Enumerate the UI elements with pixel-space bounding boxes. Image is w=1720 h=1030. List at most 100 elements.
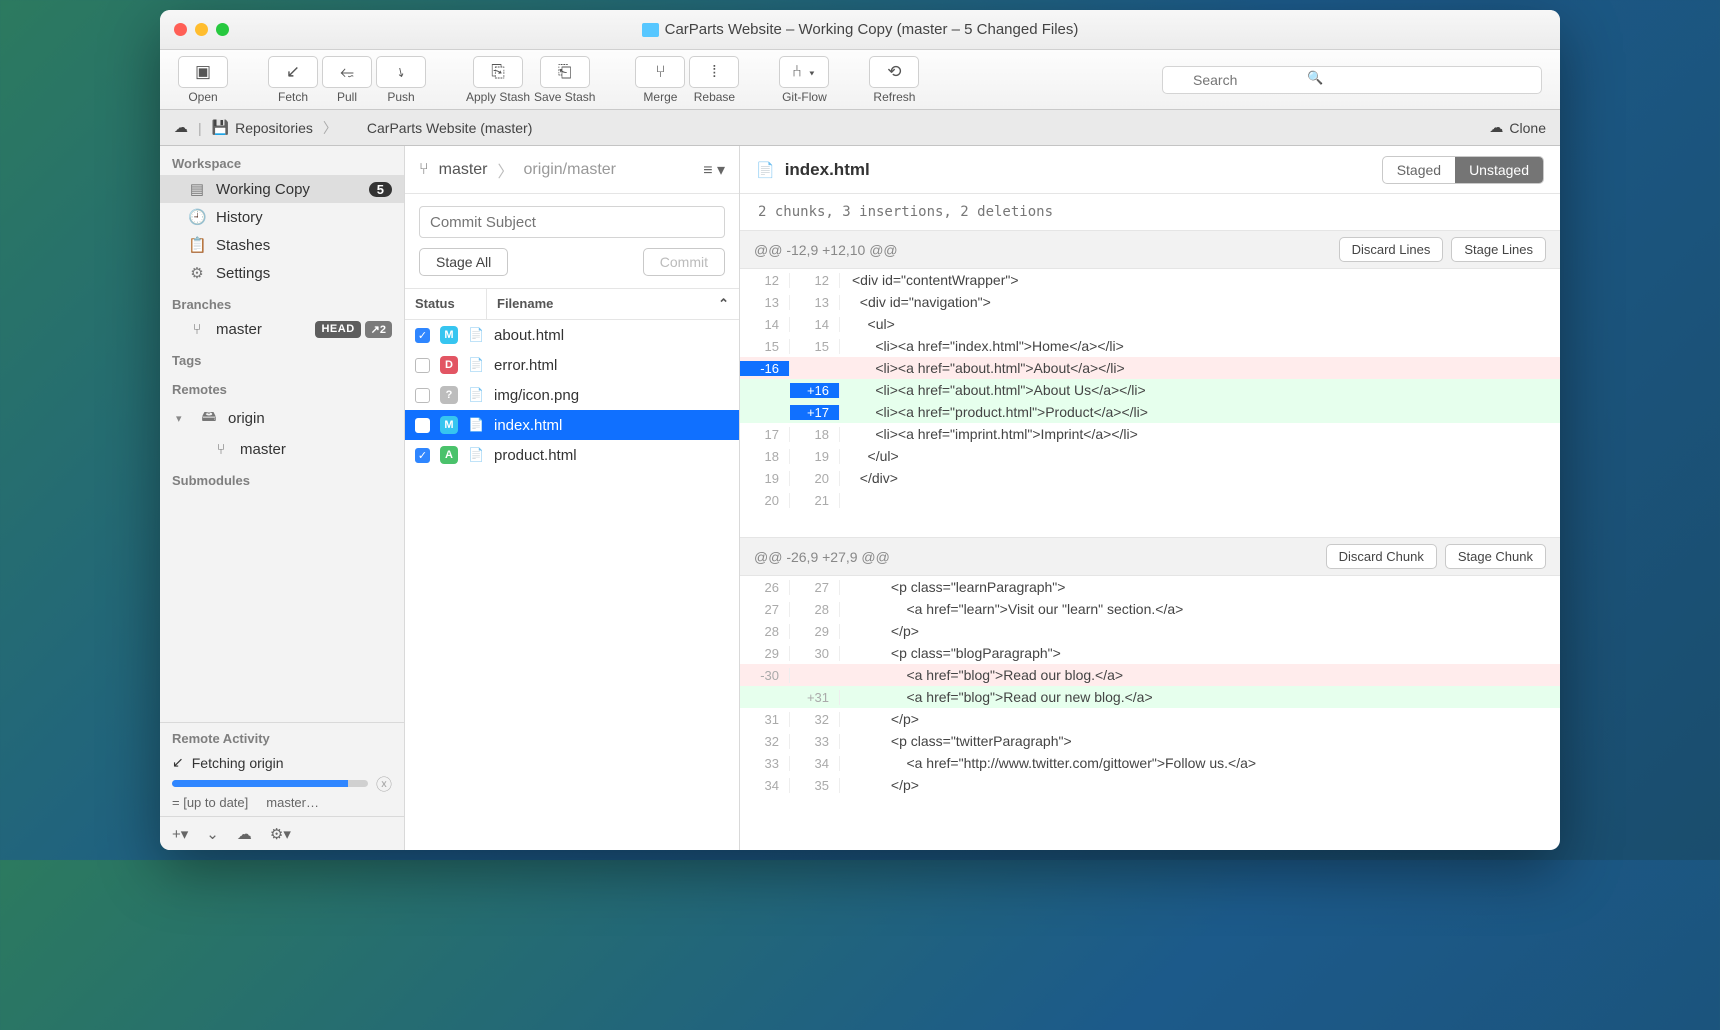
diff-line[interactable]: 1920 </div>	[740, 467, 1560, 489]
breadcrumb-repositories[interactable]: 💾 Repositories	[212, 119, 313, 136]
sidebar-remote-branch-master[interactable]: ⑂ master	[160, 436, 404, 463]
ahead-badge: ↗2	[365, 321, 392, 338]
diff-line[interactable]: -30 <a href="blog">Read our blog.</a>	[740, 664, 1560, 686]
folder-icon	[642, 23, 659, 37]
refresh-button[interactable]: ⟲Refresh	[869, 56, 919, 104]
diff-line[interactable]: 1212<div id="contentWrapper">	[740, 269, 1560, 291]
window-title: CarParts Website – Working Copy (master …	[160, 21, 1560, 38]
commit-button[interactable]: Commit	[643, 248, 725, 276]
add-button[interactable]: +▾	[172, 825, 188, 843]
gear-icon[interactable]: ⚙▾	[270, 825, 291, 843]
sidebar-remote-origin[interactable]: ▾ 🖴 origin	[160, 401, 404, 436]
gitflow-button[interactable]: ⑃ ▾Git-Flow	[779, 56, 829, 104]
discard-lines-button[interactable]: Discard Lines	[1339, 237, 1444, 262]
diff-line[interactable]: 3435 </p>	[740, 774, 1560, 796]
diff-line[interactable]: 3334 <a href="http://www.twitter.com/git…	[740, 752, 1560, 774]
diff-line[interactable]: 1414 <ul>	[740, 313, 1560, 335]
open-button[interactable]: ▣Open	[178, 56, 228, 104]
titlebar: CarParts Website – Working Copy (master …	[160, 10, 1560, 50]
file-row[interactable]: M📄index.html	[405, 410, 739, 440]
status-badge: D	[440, 356, 458, 374]
head-badge: HEAD	[315, 321, 360, 338]
list-view-dropdown[interactable]: ≡ ▾	[703, 160, 725, 180]
file-icon: 📄	[468, 387, 484, 403]
file-row[interactable]: ?📄img/icon.png	[405, 380, 739, 410]
file-row[interactable]: ✓A📄product.html	[405, 440, 739, 470]
diff-line[interactable]: +31 <a href="blog">Read our new blog.</a…	[740, 686, 1560, 708]
file-row[interactable]: D📄error.html	[405, 350, 739, 380]
breadcrumb-repo[interactable]: CarParts Website (master)	[347, 120, 532, 136]
stage-checkbox[interactable]: ✓	[415, 448, 430, 463]
diff-line[interactable]: 1819 </ul>	[740, 445, 1560, 467]
staged-unstaged-toggle[interactable]: Staged Unstaged	[1382, 156, 1544, 184]
push-button[interactable]: ⭏Push	[376, 56, 426, 104]
diff-line[interactable]: 1313 <div id="navigation">	[740, 291, 1560, 313]
section-submodules: Submodules	[160, 463, 404, 492]
file-table-header: Status Filename⌃	[405, 289, 739, 320]
apply-stash-button[interactable]: ⎘Apply Stash	[466, 56, 530, 104]
sidebar-branch-master[interactable]: ⑂ master HEAD ↗2	[160, 316, 404, 343]
diff-line[interactable]: +16 <li><a href="about.html">About Us</a…	[740, 379, 1560, 401]
file-name: error.html	[494, 357, 557, 374]
file-row[interactable]: ✓M📄about.html	[405, 320, 739, 350]
discard-chunk-button[interactable]: Discard Chunk	[1326, 544, 1437, 569]
rebase-button[interactable]: ⁞Rebase	[689, 56, 739, 104]
chevron-down-icon[interactable]: ▾	[176, 412, 186, 425]
branch-breadcrumb: ⑂ master 〉 origin/master ≡ ▾	[405, 146, 739, 194]
sidebar-item-history[interactable]: 🕘History	[160, 203, 404, 231]
cloud-icon[interactable]: ☁	[174, 119, 188, 136]
commit-subject-input[interactable]	[419, 206, 725, 238]
diff-line[interactable]: 2829 </p>	[740, 620, 1560, 642]
stage-lines-button[interactable]: Stage Lines	[1451, 237, 1546, 262]
section-branches: Branches	[160, 287, 404, 316]
clone-button[interactable]: ☁ Clone	[1489, 119, 1546, 136]
fetch-button[interactable]: ↙Fetch	[268, 56, 318, 104]
tab-unstaged[interactable]: Unstaged	[1455, 157, 1543, 183]
col-status[interactable]: Status	[405, 289, 487, 319]
sidebar-item-settings[interactable]: ⚙Settings	[160, 259, 404, 287]
diff-line[interactable]: 3233 <p class="twitterParagraph">	[740, 730, 1560, 752]
diff-line[interactable]: 1718 <li><a href="imprint.html">Imprint<…	[740, 423, 1560, 445]
merge-button[interactable]: ⑂Merge	[635, 56, 685, 104]
pull-button[interactable]: ⭋Pull	[322, 56, 372, 104]
cloud-icon[interactable]: ☁	[237, 825, 252, 843]
clipboard-icon: 📋	[188, 236, 206, 254]
col-filename[interactable]: Filename⌃	[487, 289, 739, 319]
gear-icon: ⚙	[188, 264, 206, 282]
status-branch: master…	[266, 795, 319, 810]
sidebar: Workspace ▤ Working Copy 5 🕘History 📋Sta…	[160, 146, 405, 850]
stage-all-button[interactable]: Stage All	[419, 248, 508, 276]
diff-line[interactable]: 2728 <a href="learn">Visit our "learn" s…	[740, 598, 1560, 620]
section-tags: Tags	[160, 343, 404, 372]
diff-line[interactable]: 1515 <li><a href="index.html">Home</a></…	[740, 335, 1560, 357]
save-stash-button[interactable]: ⎗Save Stash	[534, 56, 595, 104]
diff-line[interactable]: 2930 <p class="blogParagraph">	[740, 642, 1560, 664]
stage-checkbox[interactable]: ✓	[415, 328, 430, 343]
status-badge: ?	[440, 386, 458, 404]
sidebar-footer: +▾ ⌄ ☁ ⚙▾	[160, 816, 404, 850]
file-icon: 📄	[756, 161, 775, 179]
search-field[interactable]	[1162, 66, 1542, 94]
diff-line[interactable]: 2021	[740, 489, 1560, 511]
sort-icon[interactable]: ⌃	[718, 296, 729, 312]
stage-checkbox[interactable]	[415, 358, 430, 373]
tab-staged[interactable]: Staged	[1383, 157, 1455, 183]
diff-line[interactable]: +17 <li><a href="product.html">Product</…	[740, 401, 1560, 423]
fetch-icon: ↙	[172, 754, 184, 771]
stage-chunk-button[interactable]: Stage Chunk	[1445, 544, 1546, 569]
diff-line[interactable]: 2627 <p class="learnParagraph">	[740, 576, 1560, 598]
cancel-fetch-button[interactable]: ⓧ	[376, 771, 392, 795]
diff-line[interactable]: -16 <li><a href="about.html">About</a></…	[740, 357, 1560, 379]
current-branch[interactable]: master	[439, 161, 488, 179]
clock-icon: 🕘	[188, 208, 206, 226]
sidebar-item-stashes[interactable]: 📋Stashes	[160, 231, 404, 259]
stage-checkbox[interactable]	[415, 418, 430, 433]
file-name: product.html	[494, 447, 577, 464]
stage-checkbox[interactable]	[415, 388, 430, 403]
sidebar-item-working-copy[interactable]: ▤ Working Copy 5	[160, 175, 404, 203]
upstream-branch[interactable]: origin/master	[524, 161, 616, 179]
section-workspace: Workspace	[160, 146, 404, 175]
terminal-icon[interactable]: ⌄	[206, 825, 219, 843]
diff-line[interactable]: 3132 </p>	[740, 708, 1560, 730]
search-input[interactable]	[1162, 66, 1542, 94]
